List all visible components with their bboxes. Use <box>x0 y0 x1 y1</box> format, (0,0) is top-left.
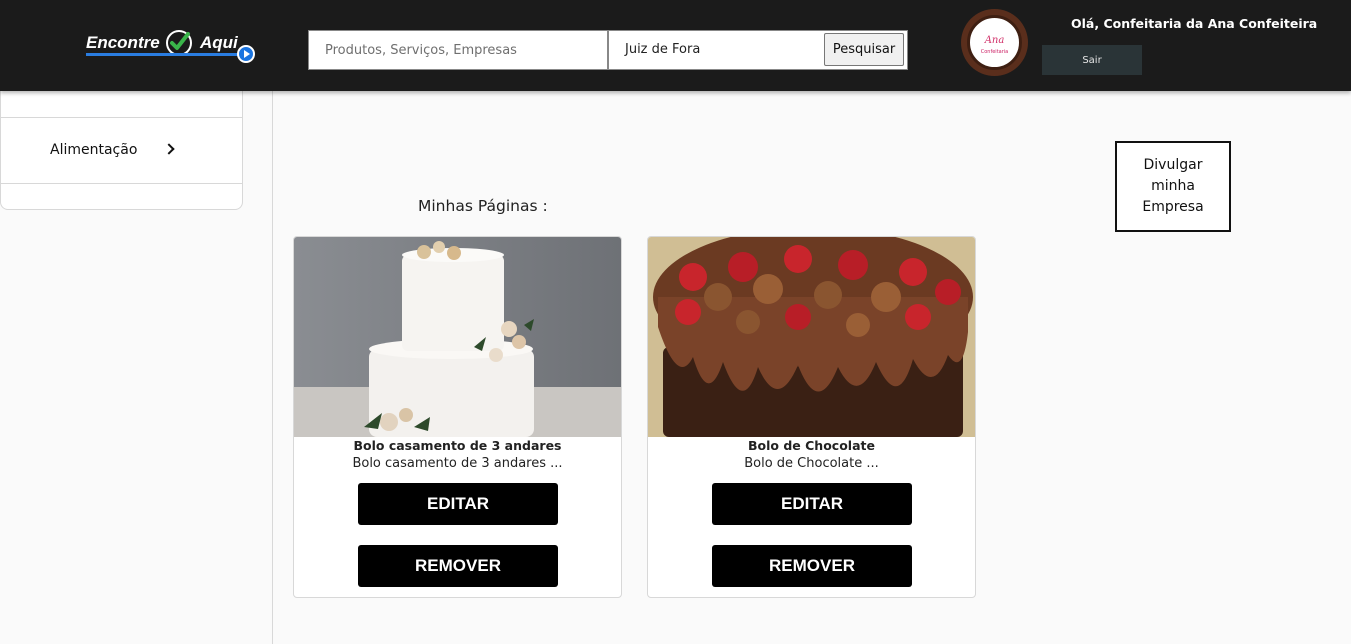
avatar-brand-text: Ana <box>984 35 1005 46</box>
page-card: Bolo casamento de 3 andares Bolo casamen… <box>293 236 622 598</box>
play-icon <box>237 45 255 63</box>
content-divider <box>272 91 273 644</box>
avatar-logo: Ana Confeitaria <box>967 15 1022 70</box>
card-title: Bolo de Chocolate <box>748 438 875 453</box>
page-card: Bolo de Chocolate Bolo de Chocolate ... … <box>647 236 976 598</box>
sidebar-item-alimentacao[interactable]: Alimentação <box>1 118 242 184</box>
sidebar-item-label: Alimentação <box>50 142 138 158</box>
card-title: Bolo casamento de 3 andares <box>353 438 562 453</box>
city-value: Juiz de Fora <box>625 42 701 57</box>
user-greeting: Olá, Confeitaria da Ana Confeiteira <box>1071 16 1318 31</box>
remove-button[interactable]: REMOVER <box>358 545 558 587</box>
cake-image[interactable] <box>294 237 621 437</box>
card-description: Bolo casamento de 3 andares ... <box>352 456 563 471</box>
logout-button[interactable]: Sair <box>1042 45 1142 75</box>
avatar[interactable]: Ana Confeitaria <box>961 9 1028 76</box>
logo-text-right: Aqui <box>200 33 238 52</box>
edit-button[interactable]: EDITAR <box>358 483 558 525</box>
avatar-brand-subtext: Confeitaria <box>980 49 1009 55</box>
logo-underline <box>86 53 241 56</box>
card-description: Bolo de Chocolate ... <box>744 456 879 471</box>
search-input[interactable] <box>308 30 608 70</box>
cake-image[interactable] <box>648 237 975 437</box>
remove-button[interactable]: REMOVER <box>712 545 912 587</box>
top-header: Encontre Aqui Juiz de Fora Pesquisar Ana… <box>0 0 1351 91</box>
chevron-right-icon <box>163 143 175 155</box>
edit-button[interactable]: EDITAR <box>712 483 912 525</box>
category-sidebar: Alimentação <box>0 91 243 210</box>
promote-company-button[interactable]: Divulgar minha Empresa <box>1115 141 1231 232</box>
page-title: Minhas Páginas : <box>418 197 548 215</box>
logo[interactable]: Encontre Aqui <box>84 26 259 66</box>
search-button[interactable]: Pesquisar <box>824 33 904 66</box>
sidebar-divider <box>1 183 242 184</box>
logo-text-left: Encontre <box>86 33 160 52</box>
